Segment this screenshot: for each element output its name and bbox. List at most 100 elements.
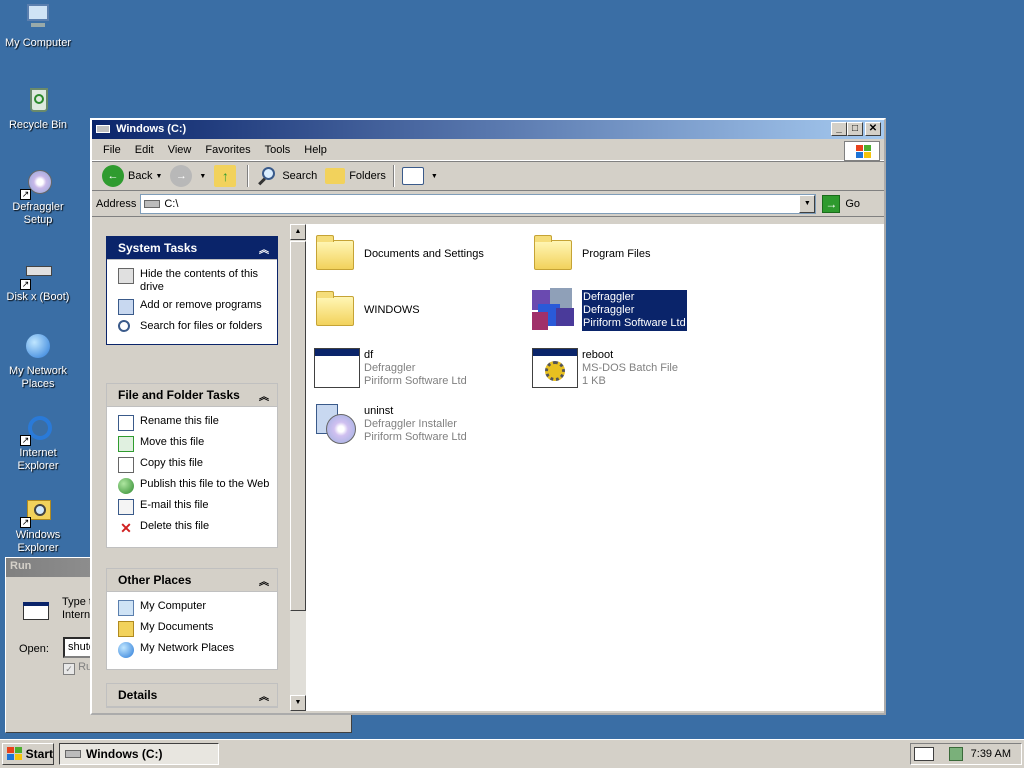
task-label: Search for files or folders (140, 320, 263, 332)
task-label: Add or remove programs (140, 299, 262, 311)
collapse-chevron-icon[interactable]: ︽ (259, 573, 269, 588)
chevron-down-icon[interactable]: ▼ (799, 194, 816, 213)
file-item[interactable]: df Defraggler Piriform Software Ltd (312, 344, 467, 392)
file-item-selected[interactable]: Defraggler Defraggler Piriform Software … (530, 286, 687, 334)
place-my-computer[interactable]: My Computer (118, 600, 271, 616)
search-icon (256, 165, 278, 187)
task-email-file[interactable]: E-mail this file (118, 499, 271, 515)
place-label: My Computer (140, 600, 207, 612)
file-folder-tasks-header[interactable]: File and Folder Tasks ︽ (107, 384, 277, 407)
menu-tools[interactable]: Tools (258, 144, 298, 156)
file-name: df (364, 348, 374, 361)
task-add-remove-programs[interactable]: Add or remove programs (118, 299, 271, 315)
installer-cd-icon (312, 400, 360, 448)
place-label: My Network Places (140, 642, 235, 654)
shortcut-arrow-icon: ↗ (20, 435, 31, 446)
collapse-chevron-icon[interactable]: ︽ (259, 688, 269, 703)
task-label: Publish this file to the Web (140, 478, 270, 490)
back-button[interactable]: ← Back ▼ (98, 163, 166, 189)
task-pane-scrollbar[interactable]: ▲ ▼ (290, 224, 306, 711)
file-item[interactable]: reboot MS-DOS Batch File 1 KB (530, 344, 678, 392)
menu-file[interactable]: File (96, 144, 128, 156)
file-item[interactable]: uninst Defraggler Installer Piriform Sof… (312, 400, 467, 448)
file-item[interactable]: Documents and Settings (312, 230, 484, 278)
clock[interactable]: 7:39 AM (971, 748, 1011, 760)
menu-edit[interactable]: Edit (128, 144, 161, 156)
file-company: Piriform Software Ltd (364, 430, 467, 443)
minimize-button[interactable]: _ (831, 122, 847, 136)
close-button[interactable]: ✕ (865, 122, 881, 136)
task-hide-contents[interactable]: Hide the contents of this drive (118, 268, 271, 294)
run-checkbox[interactable]: ✓ Ru (63, 661, 92, 675)
menu-view[interactable]: View (161, 144, 199, 156)
menu-help[interactable]: Help (297, 144, 334, 156)
scroll-thumb[interactable] (290, 241, 306, 611)
system-tasks-panel: System Tasks ︽ Hide the contents of this… (106, 236, 278, 345)
file-item[interactable]: WINDOWS (312, 286, 420, 334)
window-titlebar[interactable]: Windows (C:) _ □ ✕ (92, 120, 884, 139)
file-item[interactable]: Program Files (530, 230, 650, 278)
folders-label: Folders (349, 170, 386, 182)
file-list: Documents and Settings Program Files WIN… (306, 224, 884, 711)
desktop-icon-internet-explorer[interactable]: ↗ Internet Explorer (0, 412, 76, 473)
collapse-chevron-icon[interactable]: ︽ (259, 241, 269, 256)
chevron-down-icon[interactable]: ▼ (199, 173, 206, 180)
collapse-chevron-icon[interactable]: ︽ (259, 388, 269, 403)
scroll-up-button[interactable]: ▲ (290, 224, 306, 240)
task-search-files[interactable]: Search for files or folders (118, 320, 271, 333)
desktop-icon-disk-x[interactable]: ↗ Disk x (Boot) (0, 256, 76, 304)
task-copy-file[interactable]: Copy this file (118, 457, 271, 473)
file-company: Piriform Software Ltd (583, 316, 686, 329)
scroll-down-button[interactable]: ▼ (290, 695, 306, 711)
go-button[interactable]: → Go (822, 194, 860, 213)
desktop-icon-windows-explorer[interactable]: ↗ Windows Explorer (0, 494, 76, 555)
place-my-documents[interactable]: My Documents (118, 621, 271, 637)
system-tasks-header[interactable]: System Tasks ︽ (107, 237, 277, 260)
desktop-icon-recycle-bin[interactable]: Recycle Bin (0, 84, 76, 132)
file-description: Defraggler (583, 303, 635, 316)
chevron-down-icon[interactable]: ▼ (431, 173, 438, 180)
defraggler-app-icon (530, 286, 578, 334)
folders-button[interactable]: Folders (321, 163, 390, 189)
search-button[interactable]: Search (252, 163, 321, 189)
network-tray-icon[interactable] (948, 747, 963, 761)
address-input[interactable]: C:\ ▼ (140, 193, 817, 214)
taskbar-window-button[interactable]: Windows (C:) (59, 743, 219, 765)
place-my-network[interactable]: My Network Places (118, 642, 271, 658)
shortcut-arrow-icon: ↗ (20, 279, 31, 290)
explorer-window[interactable]: Windows (C:) _ □ ✕ File Edit View Favori… (90, 118, 886, 715)
globe-icon (118, 478, 134, 494)
desktop-icon-my-network-places[interactable]: My Network Places (0, 330, 76, 391)
address-label: Address (96, 197, 137, 210)
details-header[interactable]: Details ︽ (107, 684, 277, 707)
start-button[interactable]: Start (2, 743, 54, 765)
other-places-header[interactable]: Other Places ︽ (107, 569, 277, 592)
up-folder-button[interactable]: ↑ (210, 163, 244, 189)
desktop-icon-label: Disk x (Boot) (6, 291, 70, 303)
desktop-icon-defraggler-setup[interactable]: ↗ Defraggler Setup (0, 166, 76, 227)
recycle-bin-icon (22, 84, 54, 116)
task-label: E-mail this file (140, 499, 209, 511)
chevron-down-icon[interactable]: ▼ (155, 173, 162, 180)
forward-button[interactable]: → ▼ (166, 163, 210, 189)
task-rename-file[interactable]: Rename this file (118, 415, 271, 431)
task-delete-file[interactable]: ✕ Delete this file (118, 520, 271, 536)
task-move-file[interactable]: Move this file (118, 436, 271, 452)
task-publish-web[interactable]: Publish this file to the Web (118, 478, 271, 494)
add-remove-programs-icon (118, 299, 134, 315)
shortcut-arrow-icon: ↗ (20, 517, 31, 528)
run-icon (21, 598, 53, 622)
maximize-button[interactable]: □ (847, 122, 863, 136)
drive-icon (96, 125, 110, 133)
window-title: Windows (C:) (116, 123, 187, 135)
menu-favorites[interactable]: Favorites (198, 144, 257, 156)
desktop-icon-my-computer[interactable]: My Computer (0, 2, 76, 50)
keyboard-tray-icon[interactable] (914, 747, 934, 761)
network-icon (22, 330, 54, 362)
email-icon (118, 499, 134, 515)
hide-drive-icon (118, 268, 134, 284)
file-name: reboot (582, 348, 614, 361)
menu-bar: File Edit View Favorites Tools Help (92, 139, 884, 161)
views-button[interactable]: ▼ (398, 163, 442, 189)
file-company: Piriform Software Ltd (364, 374, 467, 387)
